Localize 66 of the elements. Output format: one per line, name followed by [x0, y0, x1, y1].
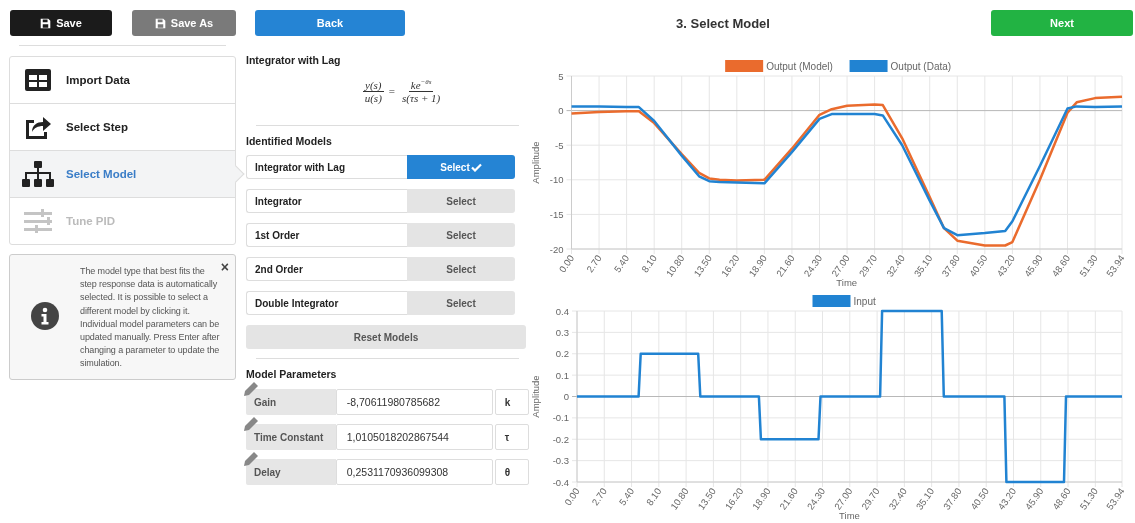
formula-text: s(τs + 1) — [401, 91, 442, 104]
parameter-unit: k — [494, 389, 529, 415]
close-button[interactable]: × — [220, 261, 229, 273]
y-tick-label: 0.3 — [555, 326, 569, 338]
formula-text: = — [388, 85, 396, 97]
legend-label: Input — [853, 296, 876, 307]
section-heading: Model Parameters — [246, 368, 338, 380]
parameter-input[interactable]: 0,2531170936099308 — [335, 459, 493, 485]
select-button[interactable]: Select — [407, 223, 515, 247]
select-button[interactable]: Select — [407, 257, 515, 281]
step-item[interactable]: Import Data — [10, 57, 235, 104]
parameter-unit: θ — [494, 459, 529, 485]
y-axis-label: Amplitude — [530, 375, 541, 418]
parameter-unit: τ — [494, 424, 529, 450]
y-axis-label: Amplitude — [530, 141, 541, 184]
legend-label: Output (Data) — [890, 61, 952, 72]
y-tick-label: -10 — [549, 174, 564, 186]
save-button[interactable]: Save — [10, 10, 112, 36]
parameter-label: Gain — [246, 389, 336, 415]
parameter-label: Delay — [246, 459, 336, 485]
parameter-input[interactable]: 1,0105018202867544 — [335, 424, 493, 450]
y-tick-label: -20 — [549, 243, 564, 255]
page-title: 3. Select Model — [675, 15, 771, 31]
reset-models-button[interactable]: Reset Models — [246, 325, 526, 349]
x-axis-label: Time — [839, 510, 860, 521]
select-button[interactable]: Select — [407, 291, 515, 315]
y-tick-label: -0.2 — [552, 433, 569, 445]
info-text: The model type that best fits the step response data is automatically selected. It is possible to select a different model by clicking it. Individual model parameters can be updated manually. Press Enter after changing a parameter to update the simulation. — [80, 265, 220, 371]
sitemap-icon — [22, 160, 54, 188]
y-tick-label: 5 — [558, 70, 564, 82]
sliders-icon — [23, 209, 53, 233]
share-icon — [24, 114, 52, 140]
save-icon — [154, 17, 166, 29]
y-tick-label: -0.4 — [552, 476, 569, 488]
table-icon — [24, 68, 52, 92]
formula-text: ke$^{−θs}$ — [408, 78, 434, 92]
select-button[interactable]: Select — [407, 189, 515, 213]
formula-text: u(s) — [363, 91, 383, 104]
y-tick-label: 0 — [558, 105, 564, 117]
model-name: Double Integrator — [246, 291, 407, 315]
legend-label: Output (Model) — [766, 61, 833, 72]
formula-text: y(s) — [363, 78, 384, 92]
x-axis-label: Time — [836, 277, 858, 288]
model-name: 1st Order — [246, 223, 407, 247]
parameter-label: Time Constant — [246, 424, 336, 450]
section-heading: Identified Models — [246, 135, 333, 147]
y-tick-label: 0 — [563, 391, 569, 402]
y-tick-label: -0.1 — [552, 412, 569, 424]
select-button[interactable]: Select — [407, 155, 515, 179]
back-button[interactable]: Back — [255, 10, 405, 36]
y-tick-label: 0.4 — [555, 305, 569, 317]
save-as-button[interactable]: Save As — [132, 10, 236, 36]
check-icon — [470, 162, 482, 172]
y-tick-label: -15 — [549, 208, 564, 220]
model-title: Integrator with Lag — [246, 54, 342, 66]
info-icon — [31, 301, 59, 330]
model-name: Integrator — [246, 189, 407, 213]
y-tick-label: -0.3 — [552, 455, 569, 467]
y-tick-label: 0.2 — [555, 348, 569, 360]
y-tick-label: -5 — [555, 139, 564, 151]
parameter-input[interactable]: -8,70611980785682 — [335, 389, 493, 415]
save-icon — [40, 17, 52, 29]
pencil-icon — [243, 381, 259, 397]
model-name: Integrator with Lag — [246, 155, 407, 179]
model-name: 2nd Order — [246, 257, 407, 281]
y-tick-label: 0.1 — [555, 369, 569, 381]
